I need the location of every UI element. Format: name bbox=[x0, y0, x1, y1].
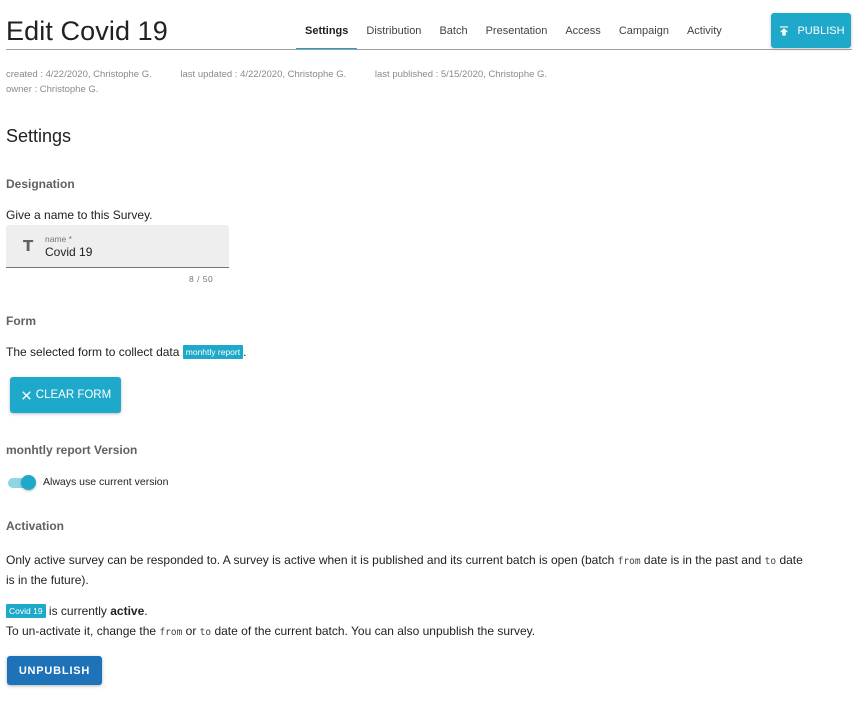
settings-heading: Settings bbox=[6, 126, 72, 146]
howto-code-to: to bbox=[199, 627, 212, 638]
tab-activity[interactable]: Activity bbox=[678, 12, 731, 50]
activation-text-3: date bbox=[776, 553, 803, 567]
status-prefix: is currently bbox=[45, 604, 111, 618]
meta-last-updated: last updated : 4/22/2020, Christophe G. bbox=[180, 69, 347, 80]
code-to: to bbox=[764, 556, 777, 567]
tab-batch[interactable]: Batch bbox=[430, 12, 476, 50]
close-icon bbox=[22, 390, 31, 400]
howto-text-2: date of the current batch. You can also … bbox=[211, 624, 536, 638]
howto-or: or bbox=[182, 624, 200, 638]
current-version-toggle[interactable] bbox=[8, 475, 36, 490]
status-word: active bbox=[110, 604, 145, 618]
form-description-text: The selected form to collect data bbox=[6, 345, 180, 359]
form-description: The selected form to collect data monhtl… bbox=[6, 345, 246, 359]
publish-button-label: PUBLISH bbox=[797, 24, 845, 37]
survey-chip: Covid 19 bbox=[6, 604, 46, 618]
clear-form-button[interactable]: CLEAR FORM bbox=[10, 377, 121, 413]
selected-form-chip[interactable]: monhtly report bbox=[182, 345, 244, 359]
activation-text-4: is in the future). bbox=[6, 573, 89, 587]
designation-label: Designation bbox=[6, 177, 75, 191]
tab-presentation[interactable]: Presentation bbox=[477, 12, 557, 50]
unactivate-instructions: To un-activate it, change the from or to… bbox=[6, 624, 535, 638]
activation-label: Activation bbox=[6, 519, 65, 533]
unpublish-button[interactable]: UNPUBLISH bbox=[7, 656, 102, 685]
activation-status: Covid 19 is currently active. bbox=[6, 604, 148, 618]
toggle-thumb bbox=[21, 475, 36, 490]
activation-text-1: Only active survey can be responded to. … bbox=[6, 553, 618, 567]
meta-created: created : 4/22/2020, Christophe G. bbox=[6, 69, 152, 80]
header-divider bbox=[6, 49, 852, 50]
activation-description: Only active survey can be responded to. … bbox=[6, 551, 856, 590]
tab-bar: Settings Distribution Batch Presentation… bbox=[296, 12, 731, 50]
text-format-icon: T bbox=[23, 237, 34, 255]
version-label: monhtly report Version bbox=[6, 443, 138, 457]
tab-access[interactable]: Access bbox=[556, 12, 609, 50]
howto-code-from: from bbox=[159, 627, 183, 638]
tab-distribution[interactable]: Distribution bbox=[357, 12, 430, 50]
form-label: Form bbox=[6, 314, 36, 328]
activation-line-1: Only active survey can be responded to. … bbox=[6, 551, 856, 571]
current-version-toggle-label: Always use current version bbox=[43, 476, 169, 488]
name-input[interactable] bbox=[45, 245, 215, 259]
page-title: Edit Covid 19 bbox=[6, 16, 168, 46]
meta-row: created : 4/22/2020, Christophe G. last … bbox=[6, 69, 547, 80]
name-field-label: name * bbox=[45, 234, 72, 244]
activation-text-2: date is in the past and bbox=[640, 553, 765, 567]
clear-form-label: CLEAR FORM bbox=[35, 389, 112, 401]
form-description-end: . bbox=[243, 345, 247, 359]
publish-icon bbox=[780, 25, 789, 36]
tab-settings[interactable]: Settings bbox=[296, 12, 358, 50]
publish-button[interactable]: PUBLISH bbox=[771, 13, 851, 48]
name-char-counter: 8 / 50 bbox=[189, 274, 214, 284]
meta-owner: owner : Christophe G. bbox=[6, 84, 99, 95]
designation-description: Give a name to this Survey. bbox=[6, 208, 153, 222]
howto-text-1: To un-activate it, change the bbox=[6, 624, 160, 638]
status-suffix: . bbox=[144, 604, 148, 618]
code-from: from bbox=[617, 556, 641, 567]
name-field[interactable]: T name * bbox=[6, 225, 229, 268]
meta-last-published: last published : 5/15/2020, Christophe G… bbox=[374, 69, 548, 80]
tab-campaign[interactable]: Campaign bbox=[610, 12, 678, 50]
